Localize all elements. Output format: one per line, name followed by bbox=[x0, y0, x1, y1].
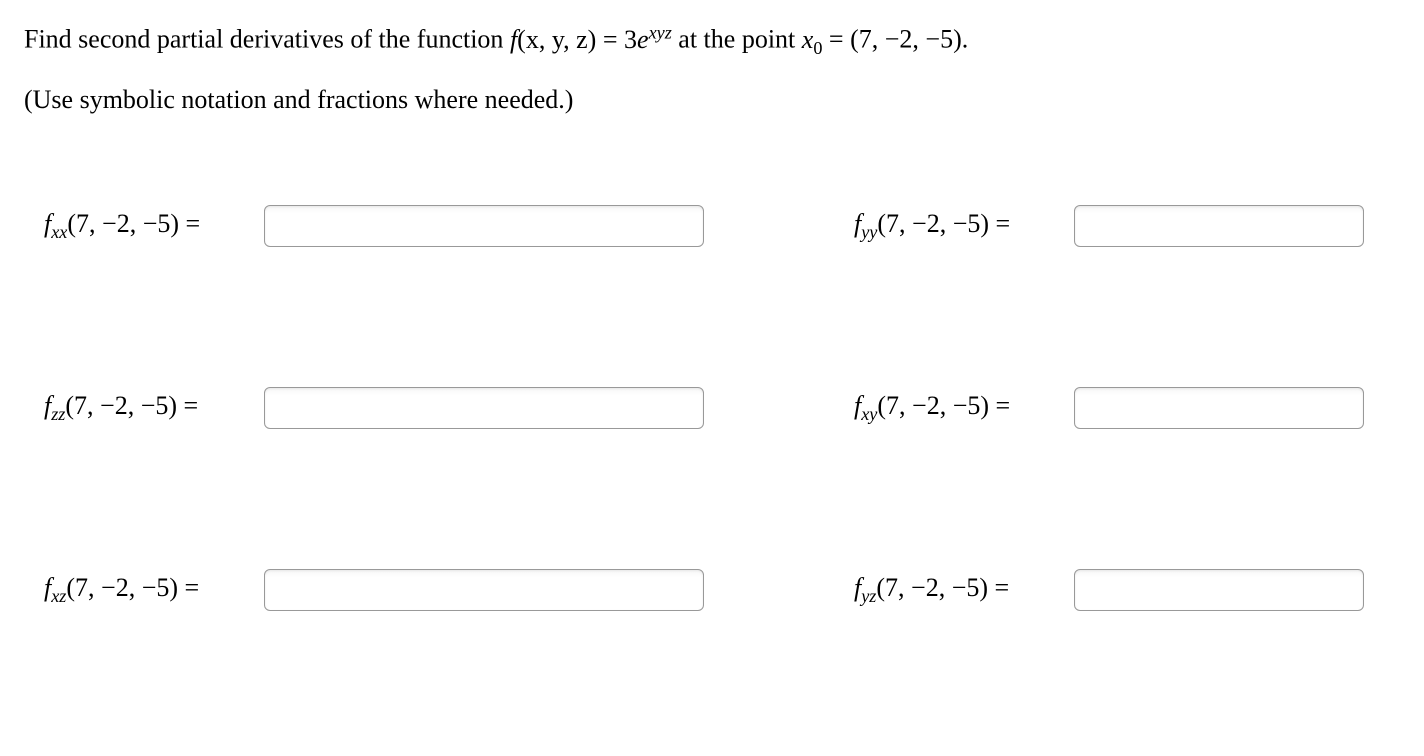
problem-mid: at the point bbox=[678, 25, 801, 54]
input-fxy[interactable] bbox=[1074, 387, 1364, 429]
point-eq: = (7, −2, −5). bbox=[829, 25, 968, 54]
problem-statement: Find second partial derivatives of the f… bbox=[24, 20, 1400, 61]
answer-row-fxy: fxy(7, −2, −5) = bbox=[854, 387, 1400, 429]
label-fxz: fxz(7, −2, −5) = bbox=[44, 573, 244, 607]
input-fxx[interactable] bbox=[264, 205, 704, 247]
e-base: e bbox=[637, 25, 649, 54]
answer-row-fxx: fxx(7, −2, −5) = bbox=[44, 205, 704, 247]
label-fyy: fyy(7, −2, −5) = bbox=[854, 209, 1054, 243]
input-fyy[interactable] bbox=[1074, 205, 1364, 247]
input-fxz[interactable] bbox=[264, 569, 704, 611]
point-sub: 0 bbox=[813, 38, 822, 58]
problem-prefix: Find second partial derivatives of the f… bbox=[24, 25, 510, 54]
exponent: xyz bbox=[649, 22, 672, 42]
input-fyz[interactable] bbox=[1074, 569, 1364, 611]
answer-row-fzz: fzz(7, −2, −5) = bbox=[44, 387, 704, 429]
func-args: (x, y, z) bbox=[517, 25, 596, 54]
input-fzz[interactable] bbox=[264, 387, 704, 429]
answer-row-fyz: fyz(7, −2, −5) = bbox=[854, 569, 1400, 611]
label-fxx: fxx(7, −2, −5) = bbox=[44, 209, 244, 243]
answer-row-fxz: fxz(7, −2, −5) = bbox=[44, 569, 704, 611]
label-fyz: fyz(7, −2, −5) = bbox=[854, 573, 1054, 607]
answer-row-fyy: fyy(7, −2, −5) = bbox=[854, 205, 1400, 247]
instructions: (Use symbolic notation and fractions whe… bbox=[24, 85, 1400, 115]
equals-3: = 3 bbox=[596, 25, 637, 54]
point-var: x bbox=[802, 25, 814, 54]
label-fzz: fzz(7, −2, −5) = bbox=[44, 391, 244, 425]
label-fxy: fxy(7, −2, −5) = bbox=[854, 391, 1054, 425]
answers-grid: fxx(7, −2, −5) = fyy(7, −2, −5) = fzz(7,… bbox=[24, 205, 1400, 611]
